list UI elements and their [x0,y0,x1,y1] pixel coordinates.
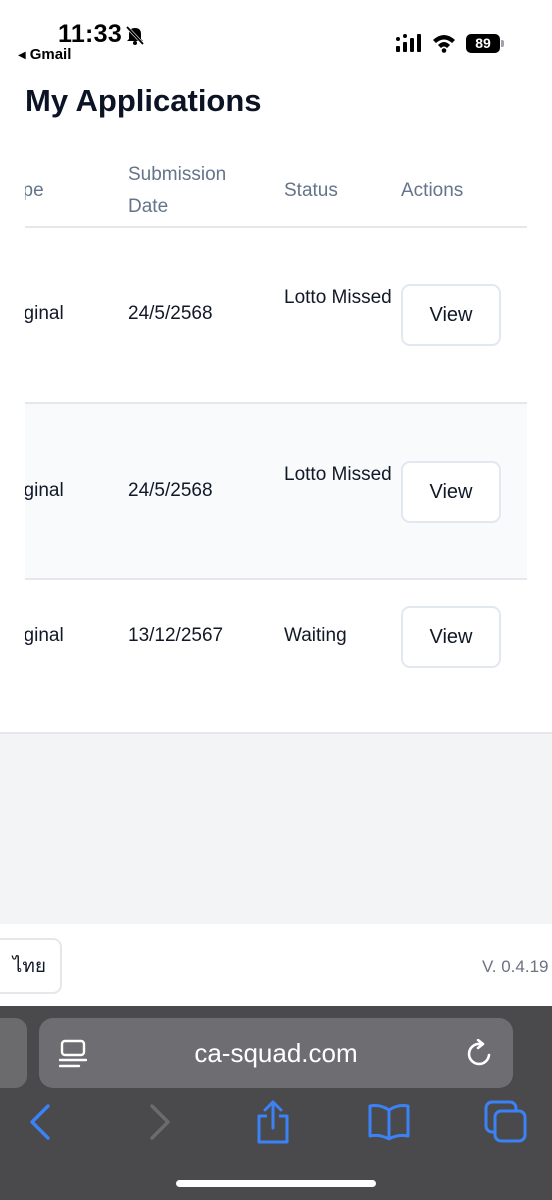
cell-status: Lotto Missed [284,464,392,485]
cellular-signal-icon [396,34,421,52]
header-actions: Actions [401,180,464,201]
header-status: Status [284,180,338,201]
status-time: 11:33 [58,20,123,48]
page-footer: ไทย V. 0.4.19 [0,924,552,1006]
cell-submission-date: 24/5/2568 [128,303,213,324]
forward-icon[interactable] [146,1102,174,1142]
version-label: V. 0.4.19 [482,957,549,976]
table-row: riginal 13/12/2567 Waiting View [25,580,527,732]
back-triangle-icon: ◀ [18,50,26,61]
cell-type: riginal [25,303,64,324]
browser-toolbar: ca-squad.com [0,1006,552,1200]
previous-tab-preview[interactable] [0,1018,27,1088]
cell-status: Waiting [284,625,347,646]
header-type: ype [25,180,44,201]
share-icon[interactable] [255,1100,291,1144]
page-title: My Applications [25,84,262,118]
back-app-label: Gmail [29,46,72,63]
view-button[interactable]: View [401,606,501,668]
tabs-icon[interactable] [484,1100,528,1144]
applications-table[interactable]: ype Submission Date Status Actions rigin… [25,136,527,732]
header-submission-date: Submission Date [128,164,227,217]
bookmarks-icon[interactable] [367,1102,411,1142]
wifi-icon [433,35,455,53]
reload-icon[interactable] [465,1039,495,1069]
applications-card: My Applications ype Submission Date Stat… [0,84,552,734]
table-header: ype Submission Date Status Actions [25,136,527,228]
cell-submission-date: 13/12/2567 [128,625,224,646]
battery-indicator: 89 [466,34,500,53]
status-bar: 11:33 ◀ Gmail 89 [0,0,552,84]
view-button[interactable]: View [401,461,501,523]
cell-status: Lotto Missed [284,287,392,308]
cell-type: riginal [25,625,64,646]
language-toggle-button[interactable]: ไทย [0,938,62,994]
back-to-app-link[interactable]: ◀ Gmail [18,46,71,63]
home-indicator[interactable] [176,1180,376,1187]
battery-nub [501,40,504,47]
url-text[interactable]: ca-squad.com [39,1018,513,1088]
table-row: riginal 24/5/2568 Lotto Missed View [25,228,527,404]
table-row: riginal 24/5/2568 Lotto Missed View [25,404,527,580]
bell-slash-icon [125,25,145,46]
address-bar[interactable]: ca-squad.com [39,1018,513,1088]
back-icon[interactable] [26,1102,54,1142]
view-button[interactable]: View [401,284,501,346]
cell-submission-date: 24/5/2568 [128,480,213,501]
cell-type: riginal [25,480,64,501]
